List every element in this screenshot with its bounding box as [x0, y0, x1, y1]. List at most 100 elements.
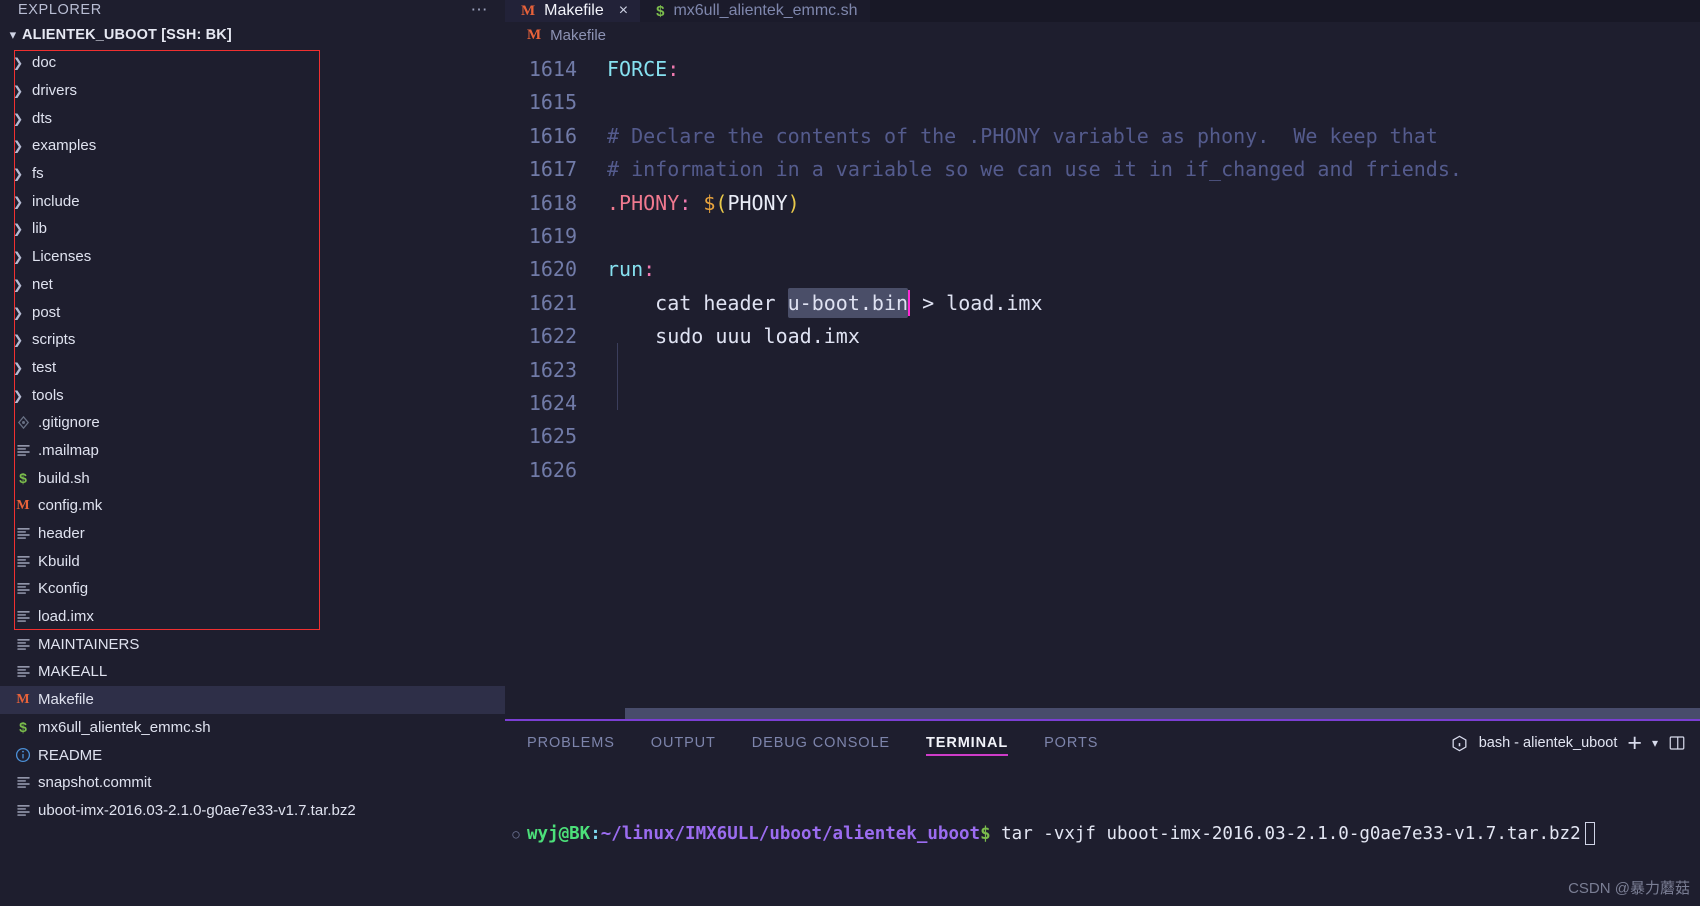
tree-item-gitignore[interactable]: .gitignore [0, 409, 505, 437]
code-token-colon: : [679, 190, 692, 215]
tab-makefile[interactable]: M Makefile × [505, 0, 641, 22]
panel-tab-terminal[interactable]: TERMINAL [926, 721, 1009, 765]
chevron-right-icon: ❯ [12, 277, 24, 292]
tree-item-kbuild[interactable]: Kbuild [0, 547, 505, 575]
code-token-paren-open: ( [715, 190, 728, 215]
tree-item-mailmap[interactable]: .mailmap [0, 437, 505, 465]
tree-item-label: MAKEALL [38, 663, 108, 681]
tree-item-test[interactable]: ❯ test [0, 354, 505, 382]
terminal-prompt-line: ○ wyj@BK: ~/linux/IMX6ULL/uboot/alientek_… [505, 822, 1700, 845]
tree-item-tools[interactable]: ❯ tools [0, 381, 505, 409]
tree-item-label: Licenses [32, 248, 92, 266]
breadcrumb[interactable]: M Makefile [505, 22, 1700, 48]
workspace-root-row[interactable]: ▾ ALIENTEK_UBOOT [SSH: BK] [0, 20, 505, 49]
chevron-down-icon: ▾ [9, 26, 17, 42]
close-icon[interactable]: × [619, 2, 628, 20]
tree-item-load-imx[interactable]: load.imx [0, 603, 505, 631]
tree-item-fs[interactable]: ❯ fs [0, 160, 505, 188]
watermark: CSDN @暴力蘑菇 [1568, 880, 1690, 897]
text-file-icon [12, 776, 34, 789]
tree-item-readme[interactable]: README [0, 741, 505, 769]
code-token-target: FORCE [607, 57, 668, 81]
terminal-command: tar -vxjf uboot-imx-2016.03-2.1.0-g0ae7e… [990, 823, 1581, 844]
explorer-sidebar: EXPLORER ⋯ ▾ ALIENTEK_UBOOT [SSH: BK] ❯ d… [0, 0, 505, 906]
code-token-text: sudo uuu load.imx [607, 324, 860, 349]
code-line: 1622 sudo uuu load.imx [505, 320, 1700, 353]
tree-item-label: Kbuild [38, 552, 80, 570]
makefile-icon: M [16, 691, 30, 707]
active-terminal-name[interactable]: bash - alientek_uboot [1479, 735, 1618, 751]
vscode-window: EXPLORER ⋯ ▾ ALIENTEK_UBOOT [SSH: BK] ❯ d… [0, 0, 1700, 906]
text-caret [908, 290, 911, 317]
tree-item-label: tools [32, 386, 64, 404]
text-file-icon [12, 555, 34, 568]
explorer-title: EXPLORER [18, 2, 102, 18]
chevron-down-icon[interactable]: ▾ [1652, 736, 1658, 750]
tree-item-post[interactable]: ❯ post [0, 298, 505, 326]
tree-item-snapshot-commit[interactable]: snapshot.commit [0, 769, 505, 797]
tree-item-label: examples [32, 137, 97, 155]
chevron-right-icon: ❯ [12, 84, 24, 99]
tree-item-label: Kconfig [38, 580, 89, 598]
tree-item-uboot-imx-2016-03-2-1-0-g0ae7e33-v1-7-tar-bz2[interactable]: uboot-imx-2016.03-2.1.0-g0ae7e33-v1.7.ta… [0, 797, 505, 825]
tree-item-makeall[interactable]: MAKEALL [0, 658, 505, 686]
text-file-icon [12, 527, 34, 540]
git-icon [12, 415, 34, 430]
tree-item-doc[interactable]: ❯ doc [0, 49, 505, 77]
new-terminal-icon[interactable]: + [1627, 731, 1642, 756]
indent-guide [617, 343, 618, 410]
tab-mx6ull-alientek-emmc-sh[interactable]: $ mx6ull_alientek_emmc.sh [640, 0, 870, 22]
split-panel-icon[interactable] [1668, 734, 1686, 752]
bottom-panel: PROBLEMS OUTPUT DEBUG CONSOLE TERMINAL PORTS… [505, 719, 1700, 906]
panel-tab-debug-console[interactable]: DEBUG CONSOLE [752, 721, 890, 765]
editor-horizontal-scrollbar[interactable] [625, 708, 1700, 719]
shell-script-icon: $ [656, 2, 665, 20]
tree-item-maintainers[interactable]: MAINTAINERS [0, 630, 505, 658]
chevron-right-icon: ❯ [12, 305, 24, 320]
editor-area: M Makefile × $ mx6ull_alientek_emmc.sh M… [505, 0, 1700, 906]
makefile-icon: M [16, 497, 30, 513]
code-token-target: run [607, 257, 644, 282]
terminal-body[interactable]: ○ wyj@BK: ~/linux/IMX6ULL/uboot/alientek_… [505, 765, 1700, 906]
chevron-right-icon: ❯ [12, 388, 24, 403]
panel-actions: bash - alientek_uboot + ▾ [1450, 721, 1686, 765]
chevron-right-icon: ❯ [12, 194, 24, 209]
shell-script-icon: $ [19, 719, 27, 736]
line-number: 1626 [528, 457, 577, 482]
panel-tab-output[interactable]: OUTPUT [651, 721, 716, 765]
tree-item-drivers[interactable]: ❯ drivers [0, 77, 505, 105]
tree-item-header[interactable]: header [0, 520, 505, 548]
breadcrumb-label: Makefile [550, 26, 607, 44]
line-number: 1624 [528, 390, 577, 415]
code-token-paren-close: ) [787, 190, 800, 215]
tree-item-makefile[interactable]: M Makefile [0, 685, 505, 714]
panel-tab-ports[interactable]: PORTS [1044, 721, 1098, 765]
code-token-variable: PHONY [727, 190, 788, 215]
tab-label: Makefile [544, 2, 604, 19]
code-editor[interactable]: 1614 FORCE: 1615 1616 # Declare the cont… [505, 48, 1700, 719]
tree-item-net[interactable]: ❯ net [0, 271, 505, 299]
tree-item-label: README [38, 746, 103, 764]
panel-tab-problems[interactable]: PROBLEMS [527, 721, 615, 765]
tree-item-include[interactable]: ❯ include [0, 187, 505, 215]
tree-item-lib[interactable]: ❯ lib [0, 215, 505, 243]
chevron-right-icon: ❯ [12, 139, 24, 154]
tree-item-build-sh[interactable]: $ build.sh [0, 464, 505, 492]
selected-text[interactable]: u-boot.bin [787, 287, 909, 318]
tree-item-kconfig[interactable]: Kconfig [0, 575, 505, 603]
tree-item-label: include [32, 192, 80, 210]
text-file-icon [12, 610, 34, 623]
tree-item-dts[interactable]: ❯ dts [0, 104, 505, 132]
tree-item-scripts[interactable]: ❯ scripts [0, 326, 505, 354]
tree-item-config-mk[interactable]: Mconfig.mk [0, 492, 505, 520]
text-file-icon [12, 444, 34, 457]
tree-item-mx6ull-alientek-emmc-sh[interactable]: $ mx6ull_alientek_emmc.sh [0, 714, 505, 742]
tree-item-licenses[interactable]: ❯ Licenses [0, 243, 505, 271]
text-file-icon [12, 665, 34, 678]
ellipsis-icon[interactable]: ⋯ [471, 1, 490, 18]
tree-item-examples[interactable]: ❯ examples [0, 132, 505, 160]
terminal-user-host: wyj@BK [527, 823, 591, 844]
tree-item-label: config.mk [38, 497, 103, 515]
terminal-cursor [1584, 822, 1595, 845]
code-line: 1625 [505, 420, 1700, 453]
